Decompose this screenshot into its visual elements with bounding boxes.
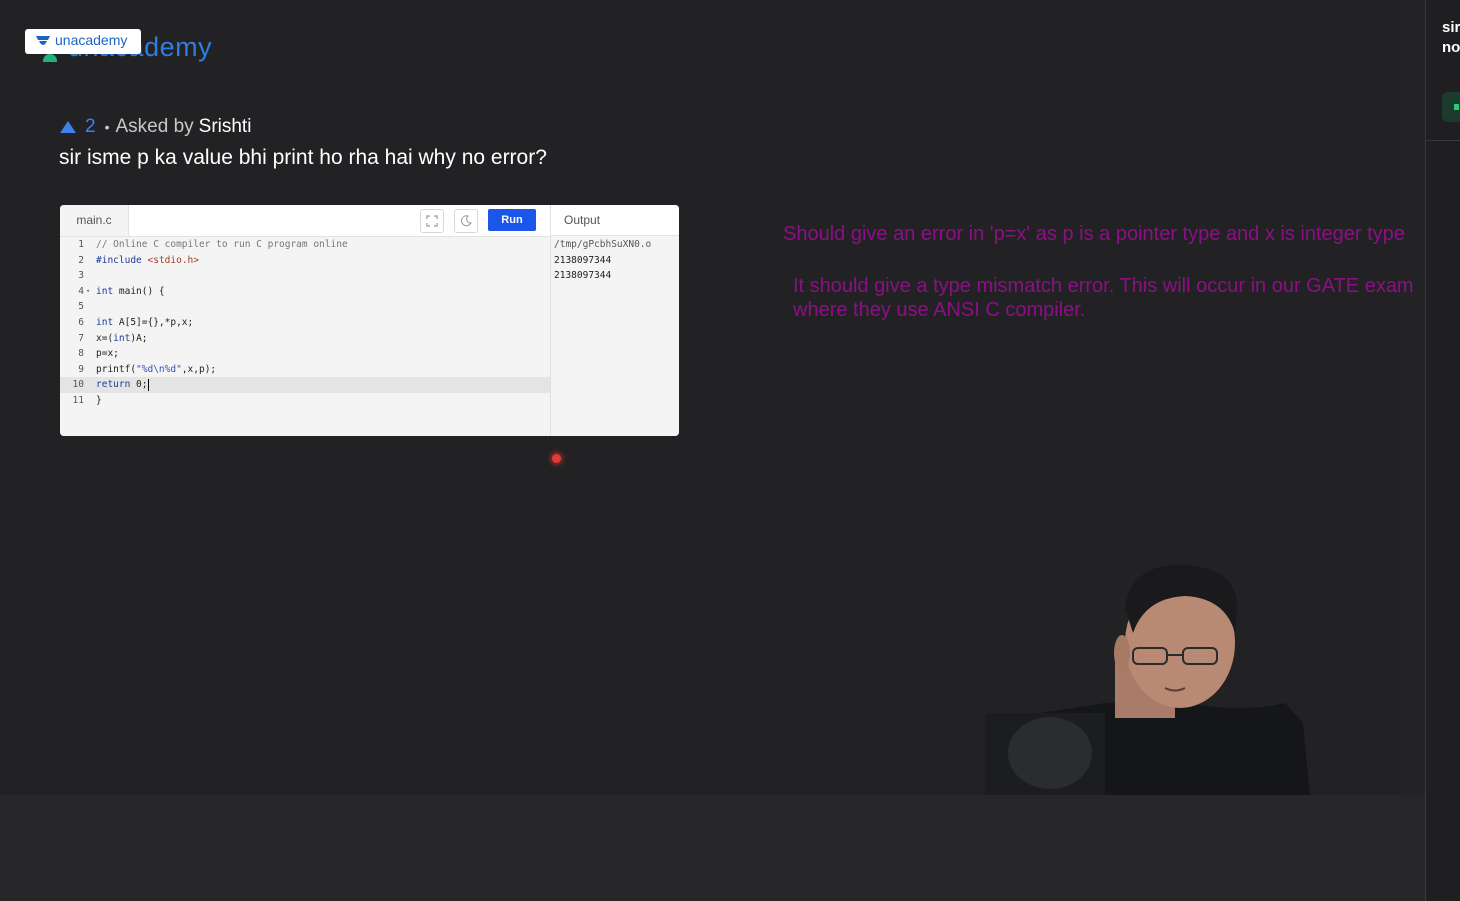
fullscreen-button[interactable]: [420, 209, 444, 233]
play-button[interactable]: [1442, 92, 1460, 122]
rail-divider: [1426, 140, 1460, 141]
output-pane: Output /tmp/gPcbhSuXN0.o 2138097344 2138…: [550, 205, 679, 436]
asked-by-label: Asked by: [115, 116, 194, 137]
code-line: 4 ▾ int main() {: [60, 284, 550, 300]
output-header: Output: [551, 205, 679, 236]
editor-toolbar: main.c Run: [60, 205, 550, 237]
annotation-line-1: Should give an error in 'p=x' as p is a …: [783, 223, 1405, 245]
question-text: sir isme p ka value bhi print ho rha hai…: [59, 146, 547, 169]
annotation-line-3: where they use ANSI C compiler.: [793, 299, 1086, 321]
code-line: 8 p=x;: [78, 348, 119, 360]
code-line: 1// Online C compiler to run C program o…: [78, 239, 348, 250]
annotation-line-2: It should give a type mismatch error. Th…: [793, 275, 1414, 297]
educator-webcam-feed: [985, 564, 1310, 795]
code-line: 2 #include <stdio.h>: [78, 254, 199, 266]
online-compiler-screenshot: main.c Run 1// Online C compiler to run …: [60, 205, 679, 436]
run-button[interactable]: Run: [488, 209, 536, 231]
fold-arrow-icon[interactable]: ▾: [86, 284, 90, 300]
unacademy-logo-icon: [36, 36, 50, 45]
output-value: 2138097344: [554, 270, 612, 282]
annotation-block: It should give a type mismatch error. Th…: [793, 274, 1414, 322]
right-chat-panel: sir no: [1425, 0, 1460, 901]
code-editor[interactable]: 1// Online C compiler to run C program o…: [60, 237, 550, 436]
fullscreen-icon: [426, 215, 438, 227]
bottom-area: [0, 795, 1425, 901]
logo-text: unacademy: [55, 32, 128, 48]
question-meta: 2 • Asked by Srishti: [60, 114, 251, 140]
code-line: 9 printf("%d\n%d",x,p);: [78, 363, 217, 375]
meta-separator: •: [104, 119, 110, 135]
code-line: 5: [78, 301, 84, 313]
upvote-icon[interactable]: [60, 121, 76, 133]
code-line: 11}: [72, 395, 102, 406]
laser-pointer-dot: [552, 454, 561, 463]
moon-icon: [461, 215, 472, 227]
theme-toggle-button[interactable]: [454, 209, 478, 233]
tab-main-c[interactable]: main.c: [60, 205, 129, 236]
code-line: 6 int A[5]={},*p,x;: [78, 317, 194, 328]
lecture-stage: unacademy unacademy 2 • Asked by Srishti…: [0, 0, 1414, 795]
output-path: /tmp/gPcbhSuXN0.o: [554, 239, 652, 250]
unacademy-logo: unacademy: [25, 29, 141, 54]
editor-pane: main.c Run 1// Online C compiler to run …: [60, 205, 550, 436]
chat-preview: sir no: [1442, 19, 1460, 56]
vote-count: 2: [85, 116, 96, 137]
asker-name: Srishti: [198, 116, 252, 137]
code-line: 7 x=(int)A;: [78, 332, 148, 344]
output-value: 2138097344: [554, 254, 612, 266]
text-caret: [147, 378, 149, 391]
code-line-active: 10 return 0;: [60, 377, 550, 393]
code-line: 3: [78, 270, 84, 282]
